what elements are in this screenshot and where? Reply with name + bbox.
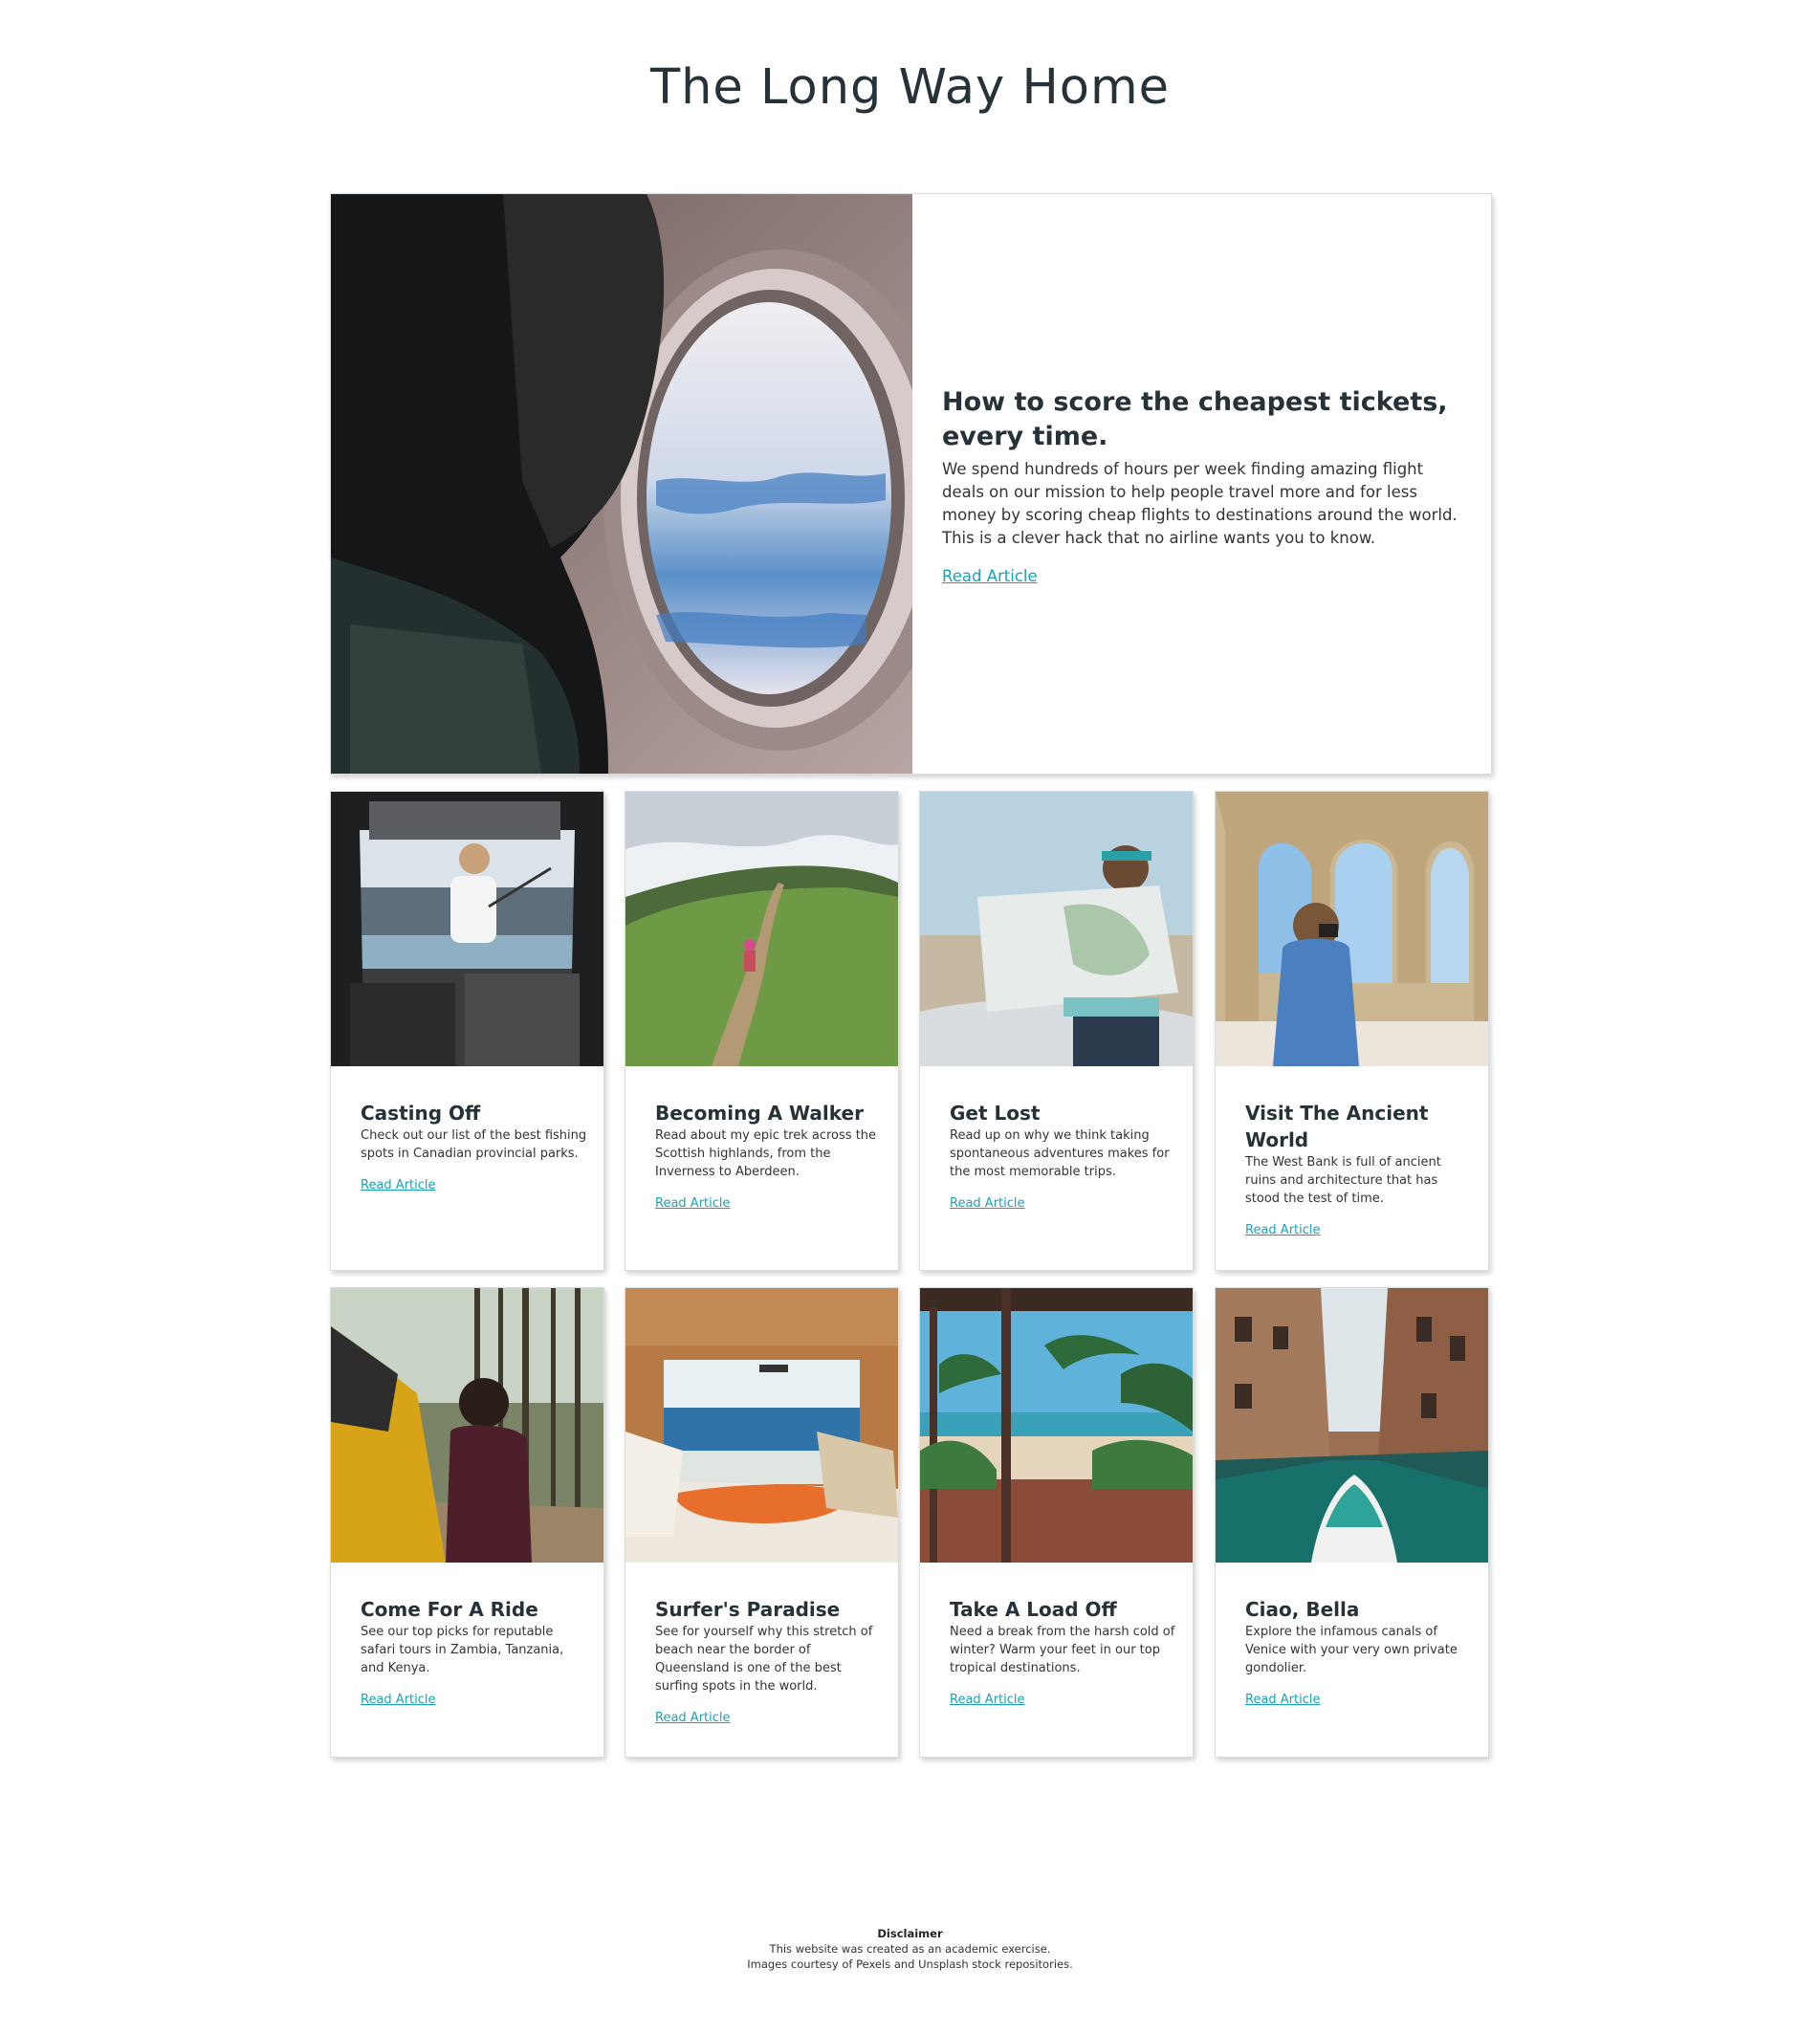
fishing-van-photo	[331, 792, 603, 1066]
read-article-link[interactable]: Read Article	[1245, 1693, 1321, 1707]
article-card-body: Come For A Ride See our top picks for re…	[361, 1596, 590, 1707]
article-card-body: Casting Off Check out our list of the be…	[361, 1100, 590, 1192]
hiking-trail-photo	[625, 792, 898, 1066]
article-card-surfers-paradise: Surfer's Paradise See for yourself why t…	[625, 1287, 899, 1758]
featured-article-description: We spend hundreds of hours per week find…	[942, 460, 1458, 547]
article-heading: Casting Off	[361, 1102, 481, 1125]
article-heading: Becoming A Walker	[655, 1102, 864, 1125]
article-card-visit-the-ancient-world: Visit The Ancient World The West Bank is…	[1215, 791, 1489, 1271]
article-description: Explore the infamous canals of Venice wi…	[1245, 1625, 1458, 1675]
article-card-ciao-bella: Ciao, Bella Explore the infamous canals …	[1215, 1287, 1489, 1758]
airplane-window-photo	[331, 194, 912, 774]
article-card-becoming-a-walker: Becoming A Walker Read about my epic tre…	[625, 791, 899, 1271]
beach-van-surfboard-photo	[625, 1288, 898, 1563]
read-article-link[interactable]: Read Article	[361, 1693, 436, 1707]
read-article-link[interactable]: Read Article	[950, 1693, 1025, 1707]
read-article-link[interactable]: Read Article	[1245, 1223, 1321, 1237]
footer-credits-line: Images courtesy of Pexels and Unsplash s…	[747, 1957, 1073, 1971]
article-card-come-for-a-ride: Come For A Ride See our top picks for re…	[330, 1287, 604, 1758]
featured-read-article-link[interactable]: Read Article	[942, 567, 1038, 585]
article-card-body: Ciao, Bella Explore the infamous canals …	[1245, 1596, 1475, 1707]
article-card-get-lost: Get Lost Read up on why we think taking …	[919, 791, 1194, 1271]
article-heading: Come For A Ride	[361, 1598, 538, 1621]
article-heading: Take A Load Off	[950, 1598, 1117, 1621]
article-card-body: Get Lost Read up on why we think taking …	[950, 1100, 1179, 1211]
article-description: Need a break from the harsh cold of wint…	[950, 1625, 1175, 1675]
article-heading: Visit The Ancient World	[1245, 1102, 1429, 1151]
footer-disclaimer-title: Disclaimer	[877, 1927, 943, 1940]
article-card-body: Surfer's Paradise See for yourself why t…	[655, 1596, 885, 1725]
article-description: See our top picks for reputable safari t…	[361, 1625, 564, 1675]
article-description: The West Bank is full of ancient ruins a…	[1245, 1155, 1441, 1206]
article-card-casting-off: Casting Off Check out our list of the be…	[330, 791, 604, 1271]
article-description: See for yourself why this stretch of bea…	[655, 1625, 873, 1694]
article-card-body: Visit The Ancient World The West Bank is…	[1245, 1100, 1475, 1237]
map-reader-photo	[920, 792, 1193, 1066]
footer: Disclaimer This website was created as a…	[0, 1926, 1820, 1972]
tropical-beach-photo	[920, 1288, 1193, 1563]
forest-van-photo	[331, 1288, 603, 1563]
article-description: Check out our list of the best fishing s…	[361, 1128, 587, 1161]
ancient-arches-photo	[1216, 792, 1488, 1066]
article-description: Read about my epic trek across the Scott…	[655, 1128, 877, 1179]
article-heading: Get Lost	[950, 1102, 1041, 1125]
article-card-take-a-load-off: Take A Load Off Need a break from the ha…	[919, 1287, 1194, 1758]
read-article-link[interactable]: Read Article	[361, 1178, 436, 1192]
site-title: The Long Way Home	[649, 59, 1171, 116]
article-card-body: Take A Load Off Need a break from the ha…	[950, 1596, 1179, 1707]
article-description: Read up on why we think taking spontaneo…	[950, 1128, 1170, 1179]
read-article-link[interactable]: Read Article	[655, 1711, 731, 1725]
read-article-link[interactable]: Read Article	[950, 1196, 1025, 1211]
featured-article-body: How to score the cheapest tickets, every…	[942, 385, 1463, 585]
footer-disclaimer-line: This website was created as an academic …	[769, 1942, 1051, 1956]
page: The Long Way Home How to score the cheap…	[0, 0, 1820, 2034]
featured-article-card: How to score the cheapest tickets, every…	[330, 193, 1492, 775]
article-heading: Surfer's Paradise	[655, 1598, 841, 1621]
venice-canal-photo	[1216, 1288, 1488, 1563]
read-article-link[interactable]: Read Article	[655, 1196, 731, 1211]
article-card-body: Becoming A Walker Read about my epic tre…	[655, 1100, 885, 1211]
featured-article-heading: How to score the cheapest tickets, every…	[942, 387, 1448, 451]
article-heading: Ciao, Bella	[1245, 1598, 1360, 1621]
